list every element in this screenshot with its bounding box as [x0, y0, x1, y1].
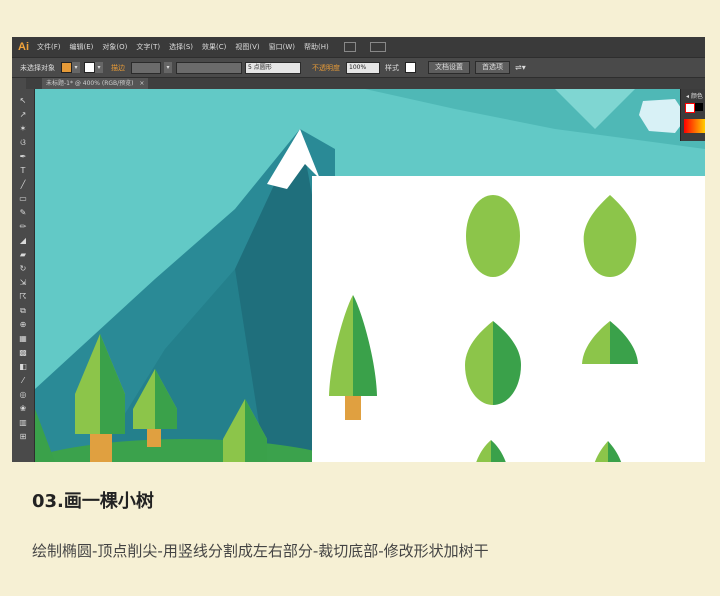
final-tree-trunk	[345, 396, 361, 420]
eyedropper-icon[interactable]: ⁄	[17, 375, 29, 386]
arrange-documents-icon[interactable]	[369, 42, 386, 52]
rotate-tool-icon[interactable]: ↻	[17, 263, 29, 274]
selection-tool-icon[interactable]: ↖	[17, 95, 29, 106]
warp-tool-icon[interactable]: ☈	[17, 291, 29, 302]
color-spectrum[interactable]	[684, 119, 705, 133]
menu-bar: Ai 文件(F) 编辑(E) 对象(O) 文字(T) 选择(S) 效果(C) 视…	[12, 37, 705, 57]
opacity-field[interactable]: 100%	[346, 61, 380, 74]
blend-tool-icon[interactable]: ◎	[17, 389, 29, 400]
illustrator-screenshot: Ai 文件(F) 编辑(E) 对象(O) 文字(T) 选择(S) 效果(C) 视…	[12, 37, 705, 462]
column-graph-icon[interactable]: ▥	[17, 417, 29, 428]
pencil-icon[interactable]: ✏	[17, 221, 29, 232]
direct-selection-tool-icon[interactable]: ↗	[17, 109, 29, 120]
selection-status: 未选择对象	[20, 63, 55, 72]
scale-tool-icon[interactable]: ⇲	[17, 277, 29, 288]
menu-effect[interactable]: 效果(C)	[202, 42, 226, 52]
brush-definition-field[interactable]: 5 点圆形	[245, 61, 301, 74]
close-icon[interactable]: ×	[139, 80, 144, 87]
black-swatch[interactable]	[695, 103, 703, 111]
menu-window[interactable]: 窗口(W)	[269, 42, 295, 52]
perspective-grid-icon[interactable]: ▦	[17, 333, 29, 344]
color-panel: ◂ 颜色	[680, 89, 705, 141]
type-tool-icon[interactable]: T	[17, 165, 29, 176]
menu-help[interactable]: 帮助(H)	[304, 42, 329, 52]
artboard-canvas[interactable]	[35, 89, 705, 462]
canvas-artwork	[35, 89, 705, 462]
menu-view[interactable]: 视图(V)	[235, 42, 259, 52]
artboard-tool-icon[interactable]: ⊞	[17, 431, 29, 442]
step-description: 绘制椭圆-顶点削尖-用竖线分割成左右部分-裁切底部-修改形状加树干	[32, 542, 489, 560]
lasso-tool-icon[interactable]: ଓ	[17, 137, 29, 148]
document-tab-title: 未标题-1* @ 400% (RGB/预览)	[46, 80, 134, 87]
bridge-icon[interactable]	[343, 42, 356, 52]
stroke-swatch[interactable]	[84, 62, 95, 73]
document-tab[interactable]: 未标题-1* @ 400% (RGB/预览) ×	[42, 78, 149, 89]
bg-tree2-trunk	[147, 429, 161, 447]
chevron-down-icon[interactable]: ▾	[164, 62, 172, 73]
illustrator-logo: Ai	[18, 41, 29, 53]
menu-type[interactable]: 文字(T)	[136, 42, 160, 52]
magic-wand-icon[interactable]: ✶	[17, 123, 29, 134]
symbol-sprayer-icon[interactable]: ❀	[17, 403, 29, 414]
style-label: 样式	[385, 63, 399, 72]
pen-tool-icon[interactable]: ✒	[17, 151, 29, 162]
line-tool-icon[interactable]: ╱	[17, 179, 29, 190]
bg-tree-trunk	[90, 434, 112, 462]
fill-swatch[interactable]	[61, 62, 72, 73]
step1-ellipse	[466, 195, 520, 277]
stroke-weight-field[interactable]	[131, 61, 161, 74]
eraser-icon[interactable]: ▰	[17, 249, 29, 260]
variable-width-profile[interactable]	[176, 61, 242, 74]
menu-object[interactable]: 对象(O)	[102, 42, 127, 52]
paintbrush-icon[interactable]: ✎	[17, 207, 29, 218]
menu-select[interactable]: 选择(S)	[169, 42, 193, 52]
step-heading: 03.画一棵小树	[32, 491, 154, 512]
document-tab-bar: 未标题-1* @ 400% (RGB/预览) ×	[26, 78, 705, 89]
document-setup-button[interactable]: 文档设置	[428, 61, 470, 74]
preferences-button[interactable]: 首选项	[475, 61, 510, 74]
chevron-down-icon[interactable]: ▾	[72, 62, 80, 73]
arrange-icon[interactable]: ⇌▾	[515, 63, 526, 72]
fill-stroke-icon[interactable]	[685, 103, 695, 113]
gradient-tool-icon[interactable]: ◧	[17, 361, 29, 372]
shape-builder-icon[interactable]: ⊕	[17, 319, 29, 330]
color-panel-title: ◂ 颜色	[686, 93, 703, 100]
control-bar: 未选择对象 ▾ ▾ 描边 ▾ 5 点圆形 不透明度 100% 样式 文档设置 首…	[12, 57, 705, 78]
tools-panel: ↖ ↗ ✶ ଓ ✒ T ╱ ▭ ✎ ✏ ◢ ▰ ↻ ⇲ ☈ ⧉ ⊕ ▦ ▩ ◧ …	[12, 78, 35, 462]
rectangle-tool-icon[interactable]: ▭	[17, 193, 29, 204]
chevron-down-icon[interactable]: ▾	[95, 62, 103, 73]
opacity-label[interactable]: 不透明度	[312, 63, 340, 73]
graphic-style-swatch[interactable]	[405, 62, 416, 73]
free-transform-icon[interactable]: ⧉	[17, 305, 29, 316]
stroke-label[interactable]: 描边	[111, 63, 125, 73]
menu-edit[interactable]: 编辑(E)	[70, 42, 94, 52]
menu-file[interactable]: 文件(F)	[37, 42, 61, 52]
mesh-tool-icon[interactable]: ▩	[17, 347, 29, 358]
blob-brush-icon[interactable]: ◢	[17, 235, 29, 246]
